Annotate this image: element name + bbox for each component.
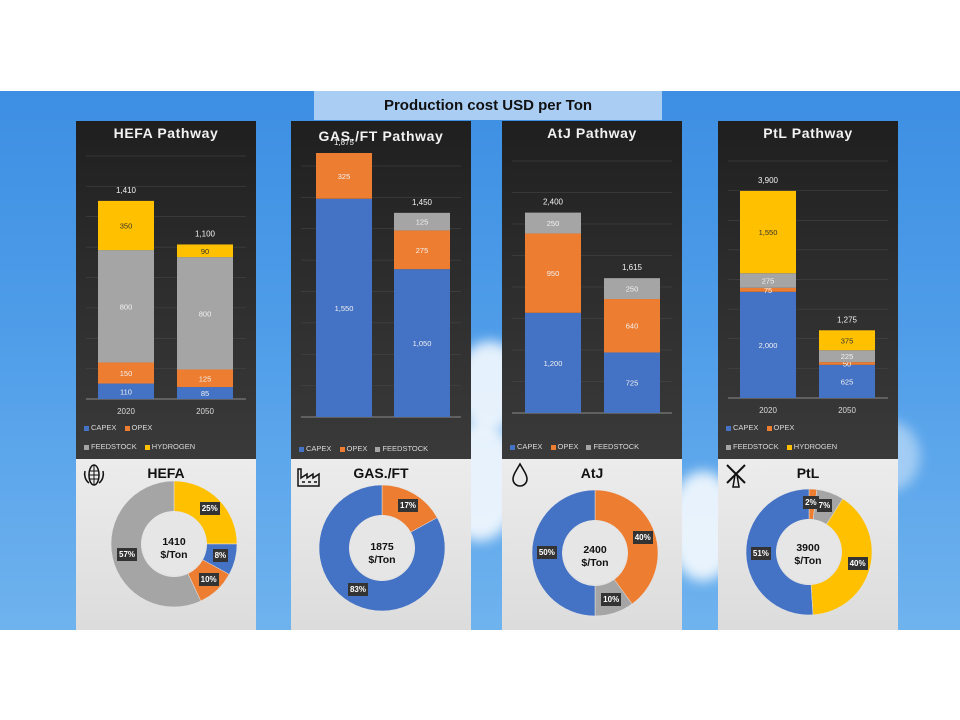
center-unit: $/Ton — [160, 549, 188, 561]
center-unit: $/Ton — [794, 555, 822, 567]
chart-legend: CAPEX OPEX FEEDSTOCK HYDROGEN — [84, 418, 254, 456]
center-unit: $/Ton — [368, 554, 396, 566]
donut-center: 1875 $/Ton — [342, 541, 422, 567]
legend-feedstock: FEEDSTOCK — [375, 439, 428, 458]
donut-center: 1410 $/Ton — [134, 536, 214, 562]
center-value: 3900 — [796, 542, 820, 554]
legend-opex: OPEX — [550, 437, 578, 456]
donut-panel-atj: AtJ 2400 $/Ton 40% 10% 50% — [502, 459, 682, 630]
donut-pct-label: 50% — [536, 546, 557, 559]
data-label: 1,050 — [413, 339, 432, 348]
total-label: 1,275 — [837, 315, 858, 324]
donut-pct-label: 51% — [750, 546, 771, 560]
data-label: 150 — [120, 369, 133, 378]
legend-capex: CAPEX — [510, 437, 542, 456]
bar-chart-hefa: HEFA Pathway 110 150 800 350 1,410 2020 85 125 8… — [76, 121, 256, 459]
donut-pct-label: 57% — [117, 547, 138, 561]
legend-opex: OPEX — [124, 418, 152, 437]
donut-center: 3900 $/Ton — [768, 542, 848, 568]
center-unit: $/Ton — [581, 557, 609, 569]
total-label: 1,875 — [334, 138, 355, 147]
x-tick-label: 2050 — [196, 407, 214, 416]
total-label: 1,410 — [116, 186, 137, 195]
data-label: 225 — [841, 352, 854, 361]
donut-pct-label: 10% — [601, 592, 622, 606]
data-label: 250 — [547, 219, 560, 228]
legend-hydrogen: HYDROGEN — [786, 437, 837, 456]
data-label: 325 — [338, 172, 351, 181]
center-value: 2400 — [583, 544, 607, 556]
legend-capex: CAPEX — [299, 439, 331, 458]
data-label: 275 — [762, 277, 775, 286]
legend-capex: CAPEX — [726, 418, 758, 437]
donut-pct-label: 10% — [198, 572, 219, 586]
data-label: 110 — [120, 387, 132, 396]
center-value: 1410 — [162, 536, 186, 548]
donut-pct-label: 40% — [847, 557, 868, 571]
donut-pct-label: 40% — [632, 530, 653, 544]
total-label: 1,450 — [412, 198, 433, 207]
chart-legend: CAPEX OPEX FEEDSTOCK — [510, 437, 680, 456]
data-label: 125 — [199, 374, 212, 383]
donut-pct-label: 17% — [398, 498, 419, 512]
data-label: 375 — [841, 336, 854, 345]
data-label: 625 — [841, 377, 854, 386]
legend-feedstock: FEEDSTOCK — [586, 437, 639, 456]
legend-opex: OPEX — [339, 439, 367, 458]
data-label: 90 — [201, 247, 209, 256]
legend-hydrogen: HYDROGEN — [144, 437, 195, 456]
legend-feedstock: FEEDSTOCK — [726, 437, 779, 456]
data-label: 125 — [416, 218, 429, 227]
x-tick-label: 2020 — [117, 407, 135, 416]
data-label: 275 — [416, 246, 429, 255]
chart-legend: CAPEX OPEX FEEDSTOCK HYDROGEN — [726, 418, 896, 456]
data-label: 350 — [120, 221, 133, 230]
center-value: 1875 — [370, 541, 394, 553]
donut-center: 2400 $/Ton — [555, 544, 635, 570]
donut-panel-ptl: PtL 3900 $/Ton 2% 7% 40% 51% — [718, 459, 898, 630]
data-label: 1,200 — [544, 359, 563, 368]
bar-chart-gasft: GAS./FT Pathway 1,5503251,87520201,05027… — [291, 121, 471, 459]
data-label: 1,550 — [759, 228, 778, 237]
data-label: 950 — [547, 269, 560, 278]
donut-pct-label: 25% — [199, 502, 220, 516]
donut-pct-label: 7% — [816, 498, 833, 512]
x-tick-label: 2050 — [838, 406, 856, 415]
chart-legend: CAPEX OPEX FEEDSTOCK — [299, 439, 469, 458]
total-label: 3,900 — [758, 176, 779, 185]
legend-capex: CAPEX — [84, 418, 116, 437]
legend-opex: OPEX — [766, 418, 794, 437]
data-label: 640 — [626, 322, 639, 331]
data-label: 725 — [626, 379, 639, 388]
data-label: 2,000 — [759, 341, 778, 350]
bar-chart-atj: AtJ Pathway 1,2009502502,400202072564025… — [502, 121, 682, 459]
donut-pct-label: 8% — [212, 549, 229, 563]
donut-pct-label: 83% — [347, 583, 368, 597]
legend-feedstock: FEEDSTOCK — [84, 437, 137, 456]
data-label: 85 — [201, 389, 209, 398]
donut-panel-hefa: HEFA 1410 $/Ton 25% 8% 10% 57% — [76, 459, 256, 630]
x-tick-label: 2020 — [759, 406, 777, 415]
total-label: 1,100 — [195, 229, 216, 238]
total-label: 2,400 — [543, 198, 564, 207]
data-label: 1,550 — [335, 304, 354, 313]
data-label: 800 — [199, 309, 212, 318]
page-title: Production cost USD per Ton — [314, 91, 662, 120]
data-label: 250 — [626, 285, 639, 294]
total-label: 1,615 — [622, 263, 643, 272]
bar-chart-ptl: PtL Pathway 2,000 75 275 1,550 3,900 2020 625 5… — [718, 121, 898, 459]
data-label: 800 — [120, 302, 133, 311]
donut-panel-gasft: GAS./FT 1875 $/Ton 17% 83% — [291, 459, 471, 630]
